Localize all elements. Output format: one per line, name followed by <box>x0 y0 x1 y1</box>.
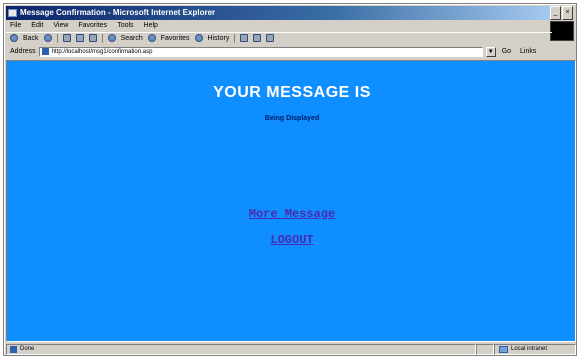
search-icon[interactable] <box>107 34 116 42</box>
mail-icon[interactable] <box>240 34 249 42</box>
toolbar-separator <box>234 33 236 43</box>
stop-icon[interactable] <box>62 34 71 42</box>
menu-favorites[interactable]: Favorites <box>78 21 107 31</box>
standard-toolbar: Back Search Favorites History <box>6 32 552 43</box>
address-label: Address <box>10 48 36 55</box>
menu-help[interactable]: Help <box>144 21 158 31</box>
address-url[interactable]: http://localhost/msg1/confirmation.asp <box>52 49 153 55</box>
page-content: YOUR MESSAGE IS Being Displayed More Mes… <box>6 60 576 342</box>
ie-throbber-logo <box>550 21 574 41</box>
favorites-icon[interactable] <box>147 34 156 42</box>
ie-app-icon <box>8 9 17 17</box>
favorites-button[interactable]: Favorites <box>161 35 190 42</box>
status-progress-pane <box>476 343 494 355</box>
page-heading: YOUR MESSAGE IS <box>213 84 371 101</box>
links-button[interactable]: Links <box>517 47 539 57</box>
zone-text: Local intranet <box>511 346 548 352</box>
toolbar-separator <box>56 33 58 43</box>
go-button[interactable]: Go <box>499 47 514 57</box>
status-zone-pane: Local intranet <box>494 343 576 355</box>
page-done-icon <box>10 345 17 353</box>
more-message-link[interactable]: More Message <box>7 207 577 221</box>
status-bar: Done Local intranet <box>6 343 576 355</box>
search-button[interactable]: Search <box>121 35 143 42</box>
logout-link[interactable]: LOGOUT <box>7 233 577 247</box>
window-title: Message Confirmation - Microsoft Interne… <box>20 8 216 17</box>
address-input[interactable]: http://localhost/msg1/confirmation.asp <box>38 46 483 57</box>
status-text-pane: Done <box>6 343 476 355</box>
edit-icon[interactable] <box>266 34 275 42</box>
page-icon <box>41 48 49 55</box>
address-bar: Address http://localhost/msg1/confirmati… <box>6 45 576 58</box>
menu-bar: File Edit View Favorites Tools Help <box>6 21 552 31</box>
back-button[interactable]: Back <box>23 35 39 42</box>
home-icon[interactable] <box>88 34 97 42</box>
print-icon[interactable] <box>253 34 262 42</box>
title-bar: Message Confirmation - Microsoft Interne… <box>6 6 552 20</box>
forward-arrow-icon[interactable] <box>43 34 52 42</box>
page-subheading: Being Displayed <box>264 115 320 122</box>
menu-file[interactable]: File <box>10 21 21 31</box>
menu-edit[interactable]: Edit <box>31 21 43 31</box>
toolbar-separator <box>101 33 103 43</box>
menu-tools[interactable]: Tools <box>117 21 133 31</box>
close-button[interactable]: × <box>562 6 573 20</box>
menu-view[interactable]: View <box>53 21 68 31</box>
status-text: Done <box>20 346 35 352</box>
browser-window: Message Confirmation - Microsoft Interne… <box>3 3 577 356</box>
window-controls: _ × <box>550 6 574 20</box>
history-icon[interactable] <box>194 34 203 42</box>
minimize-button[interactable]: _ <box>550 6 561 20</box>
address-dropdown-button[interactable]: ▼ <box>485 46 496 57</box>
history-button[interactable]: History <box>208 35 230 42</box>
back-arrow-icon[interactable] <box>10 34 18 42</box>
intranet-zone-icon <box>499 345 508 353</box>
refresh-icon[interactable] <box>75 34 84 42</box>
